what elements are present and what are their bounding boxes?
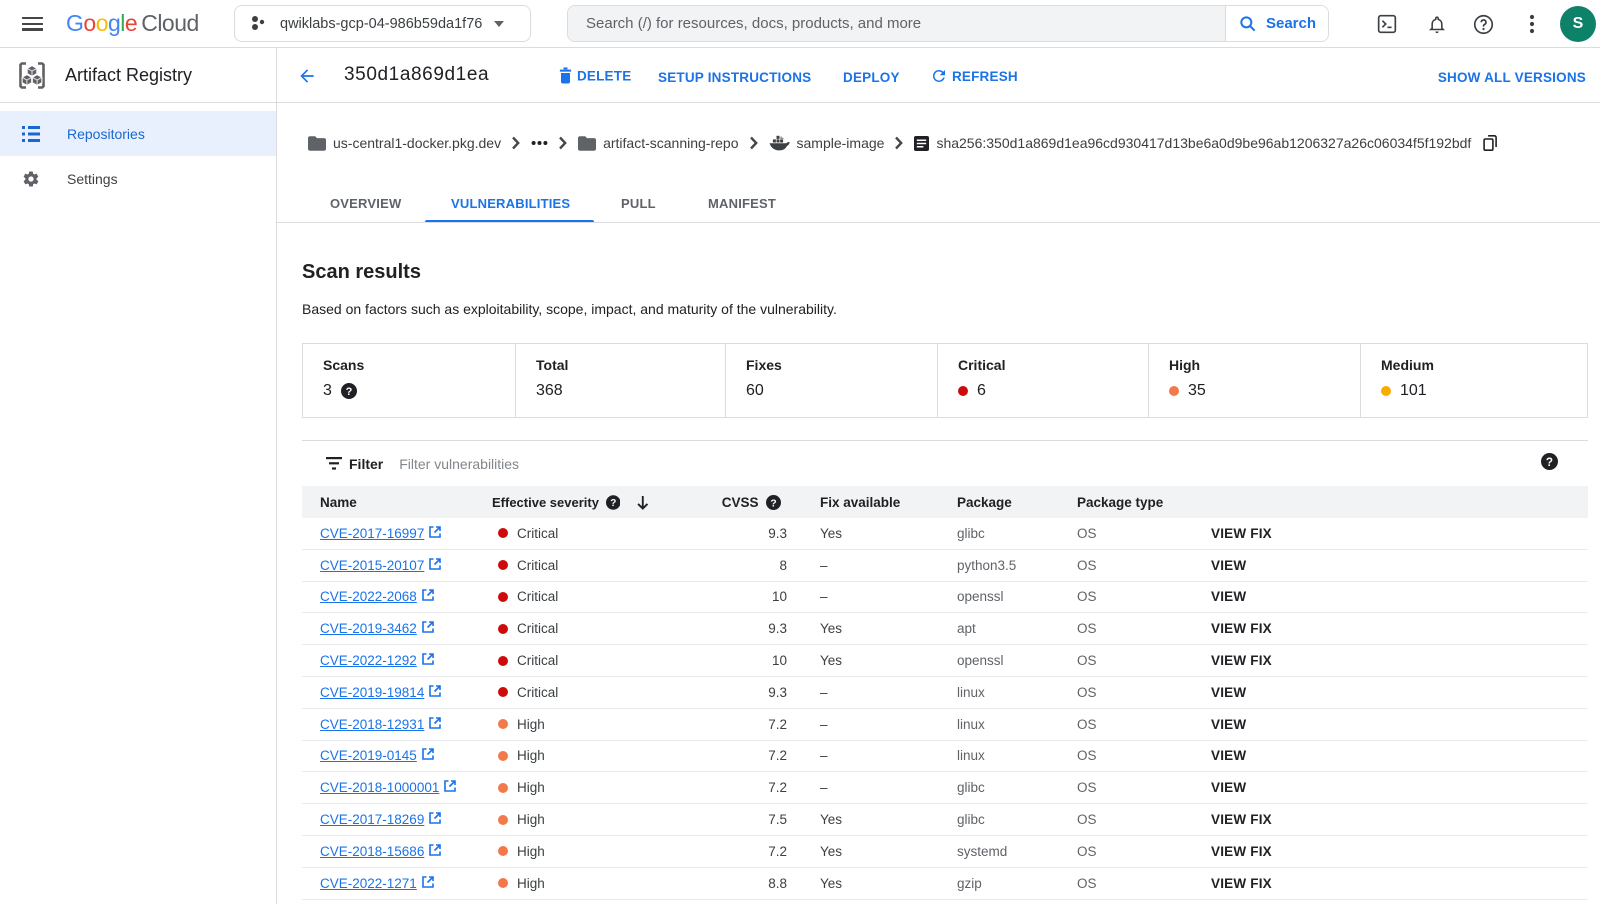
svg-text:?: ? [345,386,352,398]
svg-text:?: ? [610,498,616,509]
svg-text:?: ? [1546,455,1553,468]
svg-text:?: ? [770,498,776,509]
